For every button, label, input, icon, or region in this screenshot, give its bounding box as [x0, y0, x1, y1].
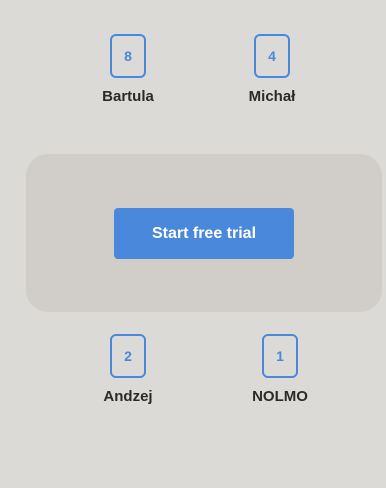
player-name: Andzej — [103, 388, 153, 405]
player-bartula: 8 Bartula — [68, 34, 188, 106]
player-name: Bartula — [102, 88, 154, 105]
player-name: NOLMO — [252, 388, 308, 405]
vote-card[interactable]: 4 — [254, 34, 290, 78]
player-name: Michał — [248, 88, 296, 105]
player-nolmo: 1 NOLMO — [220, 334, 340, 406]
player-andzej: 2 Andzej — [68, 334, 188, 406]
player-michal: 4 Michał — [212, 34, 332, 106]
vote-card[interactable]: 2 — [110, 334, 146, 378]
vote-card[interactable]: 8 — [110, 34, 146, 78]
start-free-trial-button[interactable]: Start free trial — [114, 208, 294, 259]
vote-card[interactable]: 1 — [262, 334, 298, 378]
